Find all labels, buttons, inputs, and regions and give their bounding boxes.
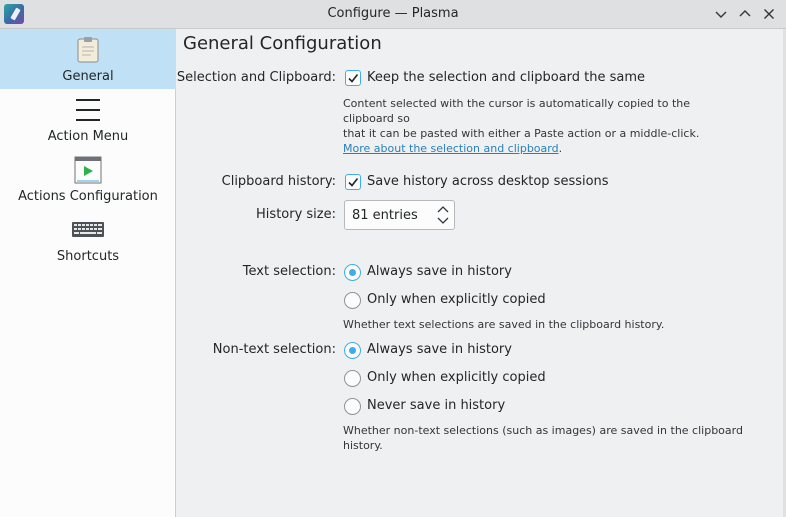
keyboard-icon (72, 222, 104, 237)
sidebar-item-label: Actions Configuration (18, 189, 158, 204)
general-configuration-page: General Configuration Selection and Clip… (177, 29, 783, 517)
text-selection-label: Text selection: (242, 264, 336, 279)
sidebar: General Action Menu Actions Configuratio… (0, 29, 176, 517)
clipboard-history-label: Clipboard history: (221, 174, 336, 189)
selection-clipboard-help: Content selected with the cursor is auto… (343, 96, 743, 156)
checkmark-icon (348, 74, 359, 83)
history-size-label: History size: (256, 207, 336, 222)
close-button[interactable] (759, 4, 779, 24)
checkmark-icon (348, 178, 359, 187)
minimize-button[interactable] (711, 4, 731, 24)
nontext-only-explicit-label[interactable]: Only when explicitly copied (367, 370, 546, 385)
clipboard-icon (77, 37, 99, 63)
close-icon (764, 9, 774, 19)
spin-up-button[interactable] (437, 204, 449, 214)
page-title: General Configuration (183, 33, 382, 54)
help-text-line: history. (343, 439, 383, 452)
non-text-selection-help: Whether non-text selections (such as ima… (343, 423, 743, 453)
nontext-only-explicit-radio[interactable] (344, 370, 361, 387)
nontext-never-save-radio[interactable] (344, 398, 361, 415)
chevron-down-icon (437, 217, 449, 224)
keep-selection-clipboard-checkbox[interactable] (345, 70, 361, 86)
sidebar-item-label: Shortcuts (56, 249, 120, 264)
help-text-line: Whether non-text selections (such as ima… (343, 424, 743, 437)
title-bar: Configure — Plasma (0, 0, 786, 29)
chevron-down-icon (715, 11, 727, 18)
chevron-up-icon (739, 10, 751, 17)
help-text-line: Content selected with the cursor is auto… (343, 97, 691, 125)
nontext-always-save-label[interactable]: Always save in history (367, 342, 512, 357)
history-size-value[interactable]: 81 entries (352, 208, 418, 223)
help-text-line: that it can be pasted with either a Past… (343, 127, 700, 140)
sidebar-item-general[interactable]: General (0, 29, 176, 89)
non-text-selection-label: Non-text selection: (212, 342, 336, 357)
save-history-label[interactable]: Save history across desktop sessions (367, 174, 609, 189)
text-always-save-radio[interactable] (344, 264, 361, 281)
sidebar-item-actions-configuration[interactable]: Actions Configuration (0, 149, 176, 209)
sidebar-item-shortcuts[interactable]: Shortcuts (0, 209, 176, 269)
more-about-selection-link[interactable]: More about the selection and clipboard (343, 142, 559, 155)
keep-selection-clipboard-label[interactable]: Keep the selection and clipboard the sam… (367, 70, 645, 85)
spin-down-button[interactable] (437, 216, 449, 226)
link-suffix: . (558, 142, 563, 155)
window-title: Configure — Plasma (327, 6, 459, 21)
chevron-up-icon (437, 206, 449, 213)
sidebar-item-action-menu[interactable]: Action Menu (0, 89, 176, 149)
text-only-explicit-label[interactable]: Only when explicitly copied (367, 292, 546, 307)
history-size-spinbox[interactable]: 81 entries (344, 200, 455, 230)
nontext-always-save-radio[interactable] (344, 342, 361, 359)
sidebar-item-label: General (62, 69, 114, 84)
text-selection-help: Whether text selections are saved in the… (343, 318, 665, 331)
text-only-explicit-radio[interactable] (344, 292, 361, 309)
selection-clipboard-label: Selection and Clipboard: (176, 70, 336, 85)
save-history-checkbox[interactable] (345, 174, 361, 190)
sidebar-item-label: Action Menu (47, 129, 129, 144)
nontext-never-save-label[interactable]: Never save in history (367, 398, 505, 413)
text-always-save-label[interactable]: Always save in history (367, 264, 512, 279)
play-window-icon (74, 156, 102, 184)
maximize-button[interactable] (735, 4, 755, 24)
menu-icon (76, 99, 100, 121)
